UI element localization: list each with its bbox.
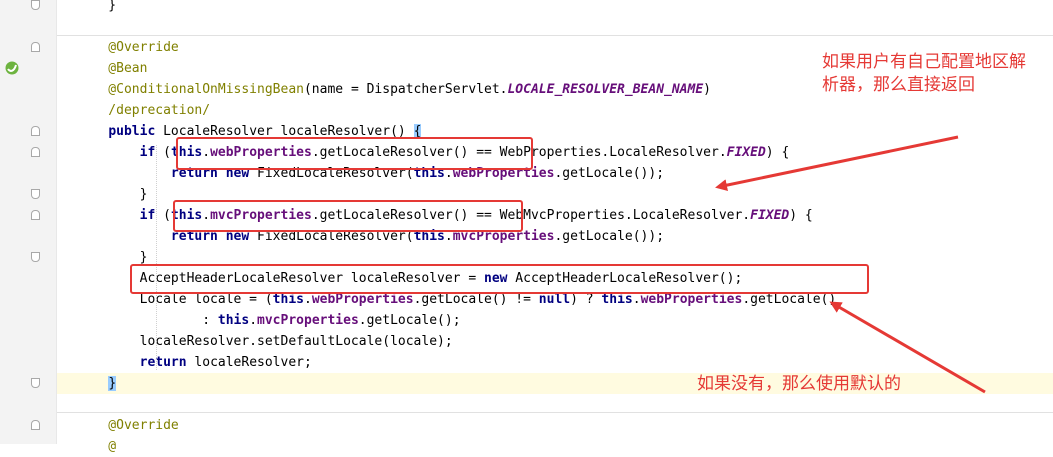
annotation-note-custom-resolver: 如果用户有自己配置地区解析器，那么直接返回 [822, 52, 1026, 95]
annotation-note-default-resolver: 如果没有，那么使用默认的 [697, 374, 901, 394]
arrow-to-if-block [715, 135, 959, 192]
code-editor[interactable]: } @Override @Bean @ConditionalOnMissingB… [0, 0, 1053, 454]
